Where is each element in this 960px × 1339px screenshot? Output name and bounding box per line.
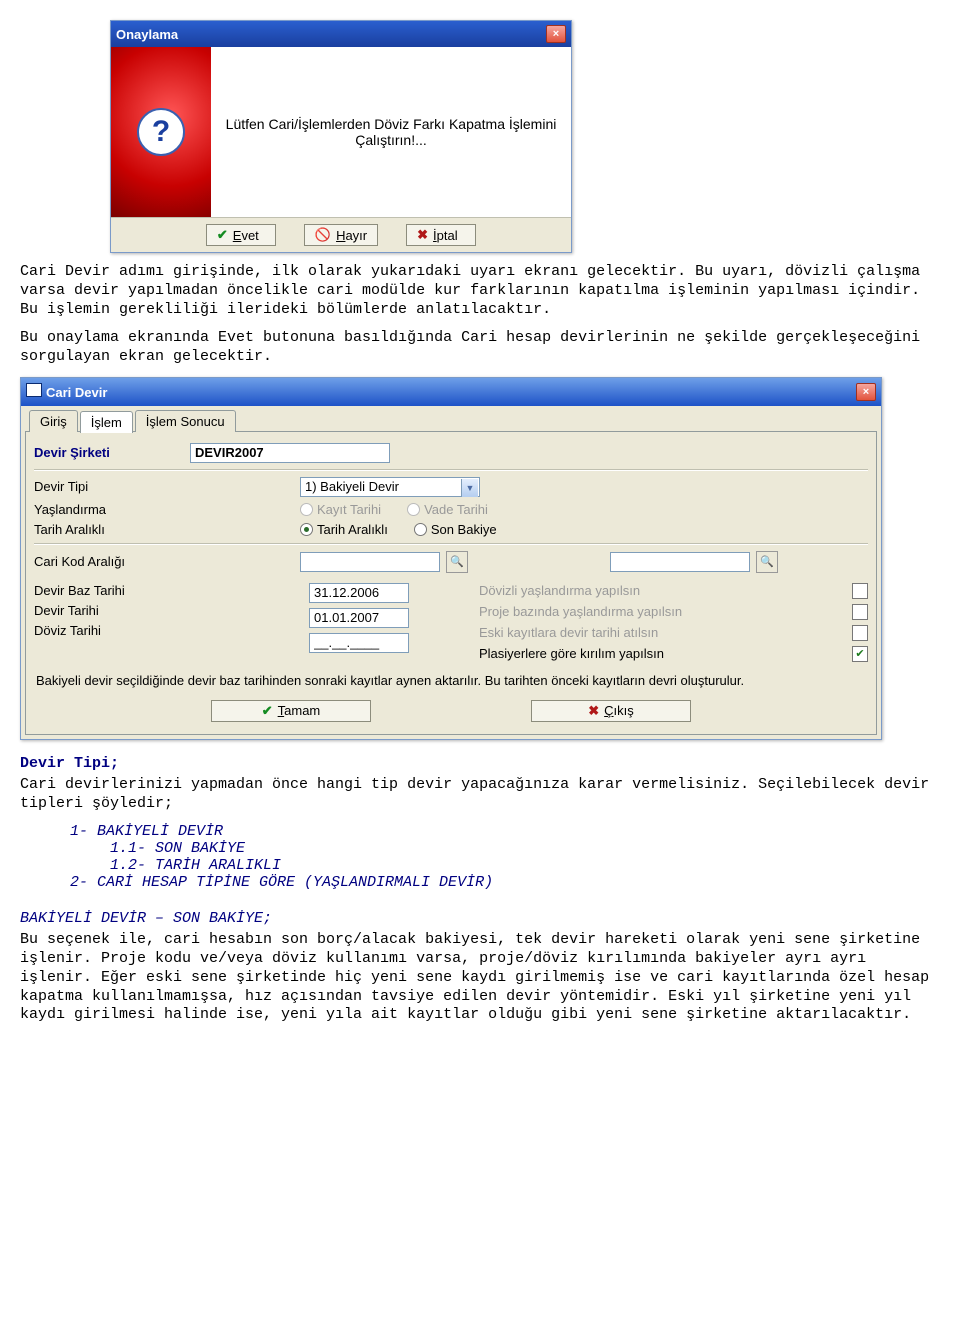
opt2-checkbox (852, 604, 868, 620)
cikis-rest: ıkış (614, 703, 634, 718)
no-label-rest: ayır (345, 228, 367, 243)
opt1-checkbox (852, 583, 868, 599)
tamam-button[interactable]: ✔ Tamam (211, 700, 371, 722)
devir-titlebar: Cari Devir × (21, 378, 881, 406)
info-note: Bakiyeli devir seçildiğinde devir baz ta… (36, 673, 866, 688)
radio-kayit-tarihi: Kayıt Tarihi (300, 502, 381, 517)
cancel-button[interactable]: ✖ İptal (406, 224, 476, 246)
radio-son-bakiye[interactable]: Son Bakiye (414, 522, 497, 537)
yas-r1: Kayıt Tarihi (317, 502, 381, 517)
yes-label-rest: vet (241, 228, 258, 243)
lookup-icon[interactable]: 🔍 (756, 551, 778, 573)
tab-giris[interactable]: Giriş (29, 410, 78, 432)
tab-sonucu[interactable]: İşlem Sonucu (135, 410, 236, 432)
tip-dropdown[interactable]: 1) Bakiyeli Devir ▼ (300, 477, 480, 497)
tip-label: Devir Tipi (34, 479, 294, 494)
devir-tarih-input[interactable] (309, 608, 409, 628)
radio-icon (407, 503, 420, 516)
sec3-heading: BAKİYELİ DEVİR – SON BAKİYE; (20, 910, 272, 927)
radio-vade-tarihi: Vade Tarihi (407, 502, 488, 517)
aralik-r2: Son Bakiye (431, 522, 497, 537)
opt2-label: Proje bazında yaşlandırma yapılsın (479, 604, 682, 619)
yas-label: Yaşlandırma (34, 502, 294, 517)
kod-label: Cari Kod Aralığı (34, 554, 294, 569)
tab-islem[interactable]: İşlem (80, 411, 133, 433)
kod-to-input[interactable] (610, 552, 750, 572)
confirm-icon-area: ? (111, 47, 211, 217)
list-1-2: 1.2- TARİH ARALIKLI (110, 857, 940, 874)
aralik-r1: Tarih Aralıklı (317, 522, 388, 537)
sirketi-input[interactable] (190, 443, 390, 463)
yas-r2: Vade Tarihi (424, 502, 488, 517)
doviz-input[interactable] (309, 633, 409, 653)
paragraph-1: Cari Devir adımı girişinde, ilk olarak y… (20, 263, 940, 319)
sec2-p: Cari devirlerinizi yapmadan önce hangi t… (20, 776, 940, 814)
opt4-label: Plasiyerlere göre kırılım yapılsın (479, 646, 664, 661)
yes-button[interactable]: ✔ Evet (206, 224, 276, 246)
lookup-icon[interactable]: 🔍 (446, 551, 468, 573)
x-icon: ✖ (588, 703, 599, 719)
confirm-dialog: Onaylama × ? Lütfen Cari/İşlemlerden Döv… (110, 20, 572, 253)
confirm-titlebar: Onaylama × (111, 21, 571, 47)
cancel-label-rest: ptal (437, 228, 458, 243)
radio-icon (414, 523, 427, 536)
close-icon[interactable]: × (856, 383, 876, 401)
devir-tarih-label: Devir Tarihi (34, 603, 99, 618)
opt1-label: Dövizli yaşlandırma yapılsın (479, 583, 640, 598)
cari-devir-window: Cari Devir × Giriş İşlem İşlem Sonucu De… (20, 377, 882, 740)
forbid-icon: 🚫 (315, 227, 331, 243)
check-icon: ✔ (217, 227, 228, 243)
doviz-label: Döviz Tarihi (34, 623, 101, 638)
cikis-u: Ç (604, 703, 613, 718)
opt3-checkbox (852, 625, 868, 641)
opt3-label: Eski kayıtlara devir tarihi atılsın (479, 625, 658, 640)
sec2-heading: Devir Tipi; (20, 755, 119, 772)
opt4-checkbox[interactable] (852, 646, 868, 662)
radio-icon (300, 523, 313, 536)
sec3-p: Bu seçenek ile, cari hesabın son borç/al… (20, 931, 940, 1025)
tamam-rest: amam (284, 703, 320, 718)
tab-strip: Giriş İşlem İşlem Sonucu (25, 410, 877, 432)
confirm-message: Lütfen Cari/İşlemlerden Döviz Farkı Kapa… (211, 47, 571, 217)
x-icon: ✖ (417, 227, 428, 243)
paragraph-2: Bu onaylama ekranında Evet butonuna bası… (20, 329, 940, 367)
aralik-label: Tarih Aralıklı (34, 522, 294, 537)
window-icon (26, 383, 42, 397)
devir-title: Cari Devir (46, 385, 107, 400)
question-icon: ? (137, 108, 185, 156)
baz-label: Devir Baz Tarihi (34, 583, 125, 598)
list-1: 1- BAKİYELİ DEVİR (70, 823, 940, 840)
confirm-title: Onaylama (116, 27, 178, 42)
radio-tarih-aralikli[interactable]: Tarih Aralıklı (300, 522, 388, 537)
list-2: 2- CARİ HESAP TİPİNE GÖRE (YAŞLANDIRMALI… (70, 874, 940, 891)
panel-islem: Devir Şirketi Devir Tipi 1) Bakiyeli Dev… (25, 431, 877, 735)
baz-input[interactable] (309, 583, 409, 603)
radio-icon (300, 503, 313, 516)
kod-from-input[interactable] (300, 552, 440, 572)
cikis-button[interactable]: ✖ Çıkış (531, 700, 691, 722)
tip-value: 1) Bakiyeli Devir (305, 479, 399, 494)
sirketi-label: Devir Şirketi (34, 445, 184, 460)
chevron-down-icon[interactable]: ▼ (461, 479, 478, 497)
check-icon: ✔ (262, 703, 273, 719)
no-button[interactable]: 🚫 Hayır (304, 224, 378, 246)
close-icon[interactable]: × (546, 25, 566, 43)
list-1-1: 1.1- SON BAKİYE (110, 840, 940, 857)
